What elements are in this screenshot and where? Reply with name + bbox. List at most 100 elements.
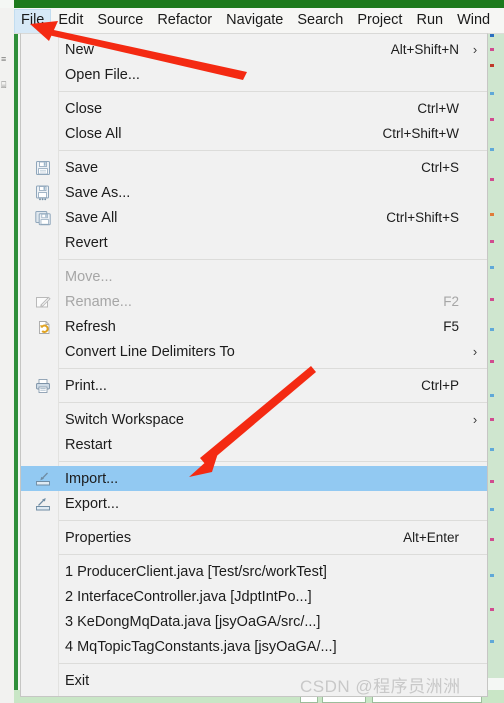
menu-item-shortcut: Ctrl+S [421, 159, 459, 175]
menu-item-recent-file-3[interactable]: 3 KeDongMqData.java [jsyOaGA/src/...] › [21, 609, 487, 634]
blank-icon [31, 410, 55, 430]
menu-item-label: Move... [65, 268, 113, 285]
menu-separator [58, 520, 487, 521]
menubar-item-edit[interactable]: Edit [51, 9, 90, 33]
menu-item-shortcut: Ctrl+Shift+W [382, 125, 459, 141]
right-overview-ruler[interactable] [488, 8, 504, 678]
menubar-item-source[interactable]: Source [90, 9, 150, 33]
menu-item-close[interactable]: Close Ctrl+W › [21, 96, 487, 121]
menubar-item-refactor[interactable]: Refactor [150, 9, 219, 33]
menu-separator [58, 402, 487, 403]
menu-item-new[interactable]: New Alt+Shift+N › [21, 37, 487, 62]
menu-item-open-file[interactable]: Open File... › [21, 62, 487, 87]
blank-icon [31, 267, 55, 287]
blank-icon [31, 435, 55, 455]
menu-item-label: 2 InterfaceController.java [JdptIntPo...… [65, 588, 312, 605]
menu-item-label: Export... [65, 495, 119, 512]
menu-item-shortcut: Ctrl+P [421, 377, 459, 393]
menu-item-label: 3 KeDongMqData.java [jsyOaGA/src/...] [65, 613, 321, 630]
menu-item-label: Save As... [65, 184, 131, 201]
menu-separator [58, 461, 487, 462]
save-floppy-icon [31, 158, 55, 178]
menubar-item-search[interactable]: Search [290, 9, 350, 33]
menu-item-move: Move... › [21, 264, 487, 289]
menu-item-save-all[interactable]: Save All Ctrl+Shift+S › [21, 205, 487, 230]
refresh-document-icon [31, 317, 55, 337]
blank-icon [31, 528, 55, 548]
menu-item-import[interactable]: Import... › [21, 466, 487, 491]
print-icon [31, 376, 55, 396]
window-left-green-band [14, 8, 18, 703]
blank-icon [31, 233, 55, 253]
menu-item-shortcut: Alt+Shift+N [390, 41, 459, 57]
menubar-item-navigate[interactable]: Navigate [219, 9, 290, 33]
menu-item-export[interactable]: Export... › [21, 491, 487, 516]
gutter-glyph: ≡ [1, 54, 7, 64]
menu-separator [58, 91, 487, 92]
menu-item-convert-line-delimiters[interactable]: Convert Line Delimiters To › [21, 339, 487, 364]
menu-item-label: Switch Workspace [65, 411, 184, 428]
menu-item-shortcut: F5 [443, 318, 459, 334]
menu-item-shortcut: Alt+Enter [403, 529, 459, 545]
menu-item-label: Convert Line Delimiters To [65, 343, 235, 360]
menu-item-revert[interactable]: Revert › [21, 230, 487, 255]
menu-item-shortcut: F2 [443, 293, 459, 309]
save-all-floppy-icon [31, 208, 55, 228]
import-icon [31, 469, 55, 489]
menubar-item-file[interactable]: File [14, 8, 52, 33]
menu-item-label: Save [65, 159, 99, 176]
menubar-item-window[interactable]: Wind [450, 9, 497, 33]
menu-item-label: 4 MqTopicTagConstants.java [jsyOaGA/...] [65, 638, 337, 655]
menu-item-save[interactable]: Save Ctrl+S › [21, 155, 487, 180]
menu-separator [58, 368, 487, 369]
menu-item-recent-file-1[interactable]: 1 ProducerClient.java [Test/src/workTest… [21, 559, 487, 584]
menubar-item-run[interactable]: Run [409, 9, 450, 33]
menu-item-shortcut: Ctrl+W [417, 100, 459, 116]
blank-icon [31, 671, 55, 691]
menu-item-restart[interactable]: Restart › [21, 432, 487, 457]
menu-bar: File Edit Source Refactor Navigate Searc… [14, 8, 504, 34]
blank-icon [31, 124, 55, 144]
menu-item-label: Close [65, 100, 103, 117]
chevron-right-icon: › [472, 411, 478, 427]
menu-separator [58, 259, 487, 260]
menu-item-properties[interactable]: Properties Alt+Enter › [21, 525, 487, 550]
gutter-glyph: ⌸ [1, 80, 7, 90]
menu-item-recent-file-2[interactable]: 2 InterfaceController.java [JdptIntPo...… [21, 584, 487, 609]
menu-separator [58, 554, 487, 555]
file-menu-dropdown: New Alt+Shift+N › Open File... › Close C… [20, 33, 488, 697]
menu-separator [58, 150, 487, 151]
blank-icon [31, 65, 55, 85]
menu-item-label: Restart [65, 436, 112, 453]
menu-item-label: Revert [65, 234, 108, 251]
blank-icon [31, 587, 55, 607]
chevron-right-icon: › [472, 41, 478, 57]
menu-separator [58, 663, 487, 664]
menu-item-save-as[interactable]: Save As... › [21, 180, 487, 205]
menu-item-label: New [65, 41, 95, 58]
menu-item-label: Close All [65, 125, 122, 142]
menu-item-close-all[interactable]: Close All Ctrl+Shift+W › [21, 121, 487, 146]
menu-item-label: Properties [65, 529, 132, 546]
menu-item-label: Refresh [65, 318, 116, 335]
menu-item-recent-file-4[interactable]: 4 MqTopicTagConstants.java [jsyOaGA/...]… [21, 634, 487, 659]
menu-item-switch-workspace[interactable]: Switch Workspace › [21, 407, 487, 432]
menu-item-label: Save All [65, 209, 118, 226]
blank-icon [31, 40, 55, 60]
blank-icon [31, 612, 55, 632]
menu-item-refresh[interactable]: Refresh F5 › [21, 314, 487, 339]
blank-icon [31, 99, 55, 119]
export-icon [31, 494, 55, 514]
save-as-floppy-icon [31, 183, 55, 203]
menubar-item-project[interactable]: Project [350, 9, 409, 33]
left-editor-gutter: ≡ ⌸ [0, 8, 14, 703]
menu-item-label: Open File... [65, 66, 140, 83]
menu-item-label: 1 ProducerClient.java [Test/src/workTest… [65, 563, 327, 580]
chevron-right-icon: › [472, 343, 478, 359]
menu-item-rename: Rename... F2 › [21, 289, 487, 314]
blank-icon [31, 342, 55, 362]
menu-item-print[interactable]: Print... Ctrl+P › [21, 373, 487, 398]
window-top-green-band [14, 0, 504, 8]
blank-icon [31, 637, 55, 657]
blank-icon [31, 562, 55, 582]
